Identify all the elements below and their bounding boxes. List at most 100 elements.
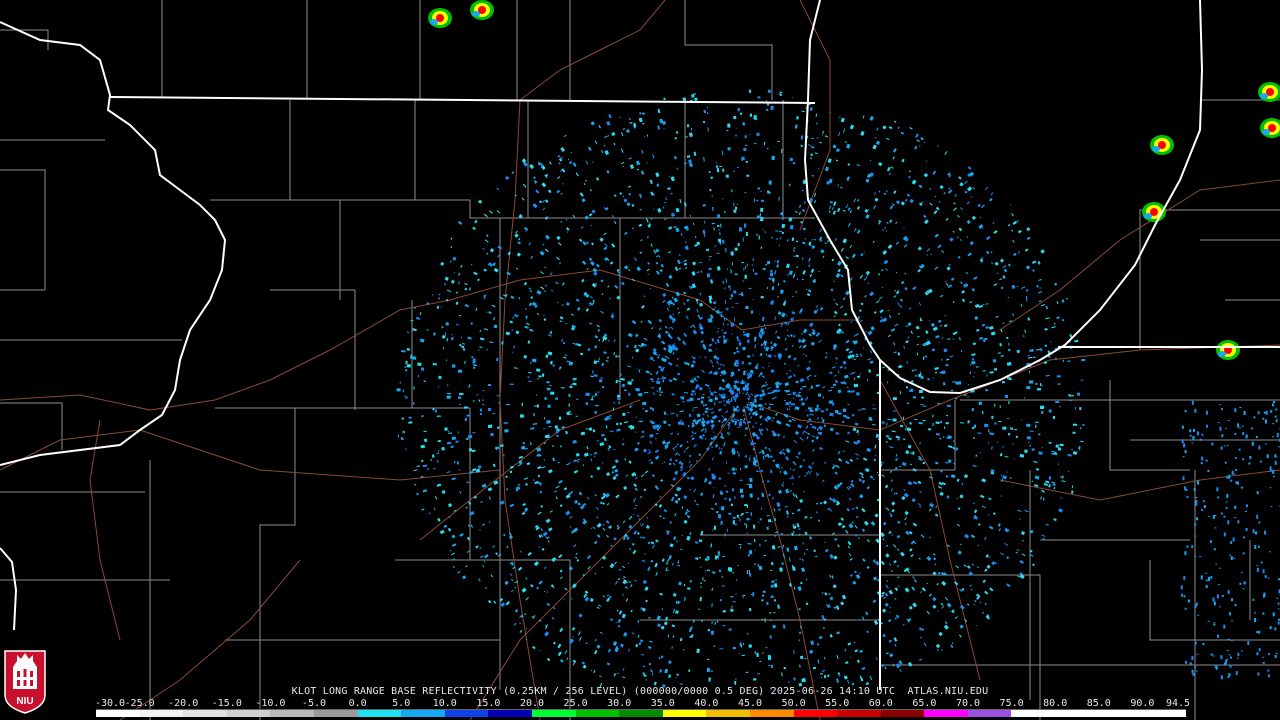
echo-pixel — [673, 536, 677, 540]
echo-pixel — [537, 474, 541, 478]
echo-pixel — [477, 278, 480, 282]
echo-pixel — [746, 391, 749, 395]
echo-pixel — [719, 432, 723, 435]
echo-pixel — [1015, 435, 1019, 438]
echo-pixel — [798, 475, 801, 478]
echo-pixel — [943, 348, 948, 353]
echo-pixel — [621, 383, 625, 388]
echo-pixel — [859, 675, 862, 679]
echo-pixel — [694, 393, 696, 396]
echo-pixel — [740, 546, 742, 549]
echo-pixel — [713, 645, 716, 647]
echo-pixel — [592, 299, 595, 302]
echo-pixel — [712, 364, 715, 368]
echo-pixel — [656, 390, 658, 393]
echo-pixel — [743, 267, 745, 271]
echo-pixel — [597, 329, 601, 332]
echo-pixel — [996, 272, 999, 274]
echo-pixel — [881, 229, 885, 232]
echo-pixel — [511, 351, 513, 353]
echo-pixel — [408, 421, 413, 424]
echo-pixel — [740, 419, 742, 423]
echo-pixel — [718, 419, 721, 423]
echo-pixel — [437, 386, 440, 388]
echo-pixel — [793, 335, 796, 338]
echo-pixel — [788, 419, 792, 423]
echo-pixel — [842, 128, 846, 133]
echo-pixel — [873, 311, 877, 314]
echo-pixel — [835, 159, 839, 162]
echo-pixel — [423, 430, 427, 433]
echo-pixel — [979, 601, 982, 604]
echo-pixel — [708, 255, 712, 258]
echo-pixel — [636, 514, 640, 518]
echo-pixel — [906, 193, 911, 197]
echo-pixel — [909, 127, 913, 130]
echo-pixel — [691, 390, 693, 393]
echo-pixel — [918, 457, 923, 461]
echo-pixel — [1074, 339, 1079, 343]
echo-pixel — [1055, 401, 1060, 403]
echo-pixel — [994, 403, 996, 407]
echo-pixel — [641, 149, 644, 154]
echo-pixel — [785, 263, 790, 269]
echo-pixel — [912, 522, 918, 527]
echo-pixel — [1038, 433, 1041, 435]
echo-pixel — [781, 223, 786, 229]
echo-pixel — [961, 482, 964, 486]
echo-pixel — [646, 218, 649, 223]
echo-pixel — [852, 427, 857, 432]
echo-pixel — [691, 431, 694, 434]
echo-pixel — [710, 359, 714, 364]
echo-pixel — [778, 467, 781, 470]
echo-pixel — [965, 272, 968, 275]
echo-pixel — [1059, 405, 1061, 408]
echo-pixel — [702, 204, 706, 207]
echo-pixel — [634, 579, 637, 582]
echo-pixel — [578, 613, 583, 618]
echo-pixel — [652, 544, 655, 549]
echo-pixel — [648, 459, 652, 462]
echo-pixel — [510, 589, 514, 593]
echo-pixel — [815, 502, 819, 505]
echo-pixel — [505, 488, 509, 491]
echo-pixel — [628, 580, 632, 584]
echo-pixel — [585, 642, 588, 645]
county-borders — [0, 0, 1280, 720]
echo-pixel — [895, 663, 901, 669]
echo-pixel — [799, 498, 804, 504]
echo-pixel — [794, 430, 799, 435]
echo-pixel — [815, 435, 819, 440]
echo-pixel — [749, 89, 752, 93]
echo-pixel — [804, 515, 808, 519]
echo-pixel — [695, 379, 698, 382]
echo-pixel — [573, 544, 577, 548]
echo-pixel — [720, 448, 723, 450]
echo-pixel — [709, 259, 711, 261]
echo-pixel — [691, 437, 695, 441]
echo-pixel — [956, 381, 962, 385]
echo-pixel — [931, 348, 936, 352]
echo-pixel — [673, 342, 676, 345]
echo-pixel — [831, 207, 834, 211]
echo-pixel — [659, 592, 663, 596]
echo-pixel — [900, 131, 905, 135]
echo-pixel — [1004, 527, 1010, 533]
echo-pixel — [556, 189, 560, 194]
echo-pixel — [598, 339, 601, 342]
echo-pixel — [638, 369, 641, 373]
echo-pixel — [774, 381, 780, 386]
echo-pixel — [876, 373, 880, 377]
echo-pixel — [743, 642, 745, 645]
echo-pixel — [622, 676, 626, 679]
echo-pixel — [831, 532, 836, 535]
echo-pixel — [668, 305, 670, 308]
echo-pixel — [590, 375, 594, 378]
echo-pixel — [565, 430, 568, 435]
echo-pixel — [686, 476, 690, 480]
echo-pixel — [795, 254, 799, 258]
echo-pixel — [819, 228, 823, 233]
echo-pixel — [918, 184, 923, 189]
echo-pixel — [932, 604, 937, 609]
echo-pixel — [860, 252, 864, 257]
